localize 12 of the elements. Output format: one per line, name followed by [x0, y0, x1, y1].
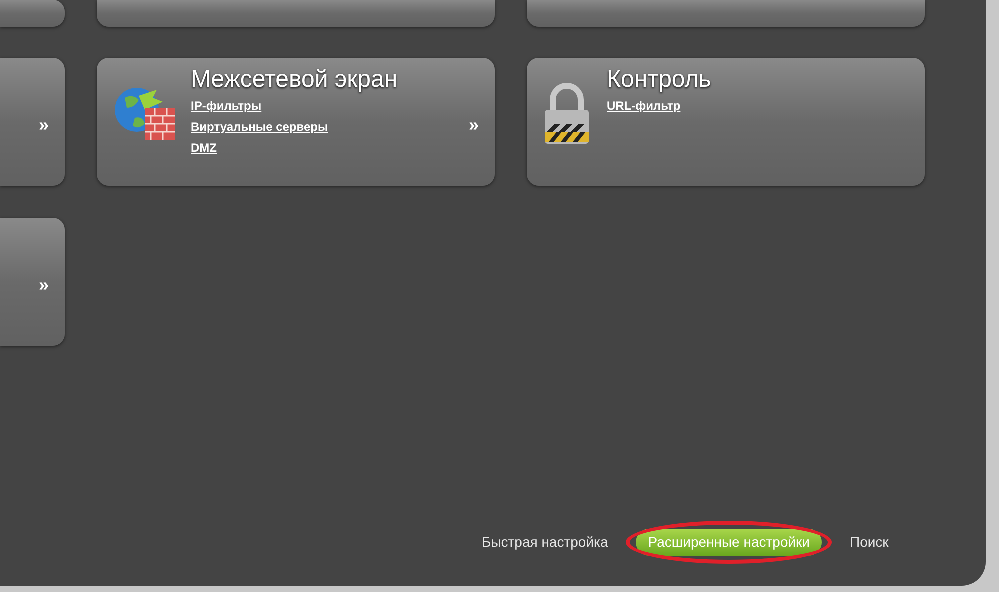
settings-link[interactable]: Виртуальные серверы [191, 117, 328, 138]
card-title: Контроль [607, 65, 712, 95]
chevron-link[interactable]: » [468, 112, 479, 138]
nav-tab[interactable]: Быстрая настройка [470, 529, 620, 556]
chevron-link[interactable]: » [38, 272, 49, 298]
settings-link[interactable]: IP-фильтры [191, 96, 262, 117]
card-title: Межсетевой экран [191, 65, 399, 95]
nav-tab[interactable]: Поиск [838, 529, 901, 556]
settings-card [0, 0, 65, 27]
chevron-link[interactable]: » [38, 112, 49, 138]
settings-link[interactable]: URL-фильтр [607, 96, 681, 117]
settings-link[interactable]: DMZ [191, 138, 217, 159]
